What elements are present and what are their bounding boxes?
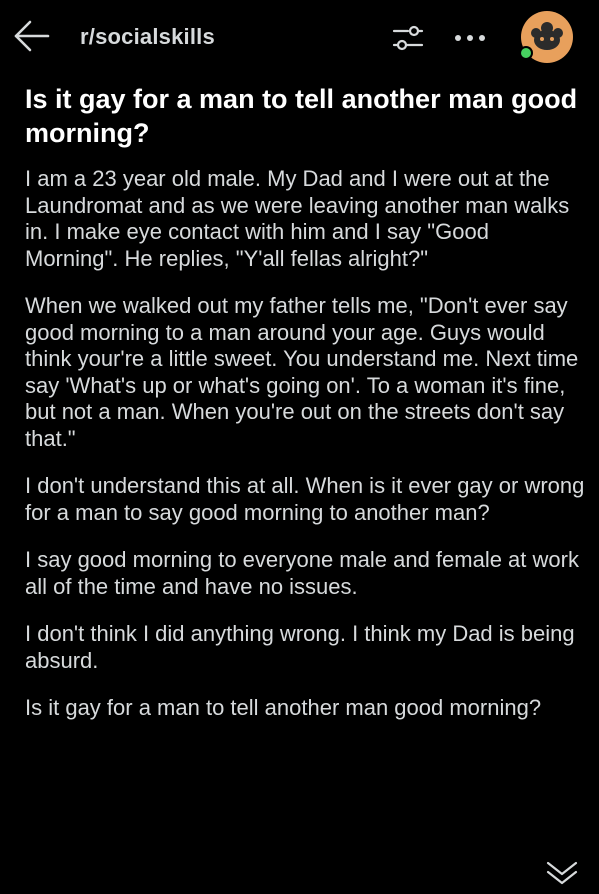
post-body: I am a 23 year old male. My Dad and I we… — [25, 166, 585, 743]
post-paragraph: I am a 23 year old male. My Dad and I we… — [25, 166, 570, 271]
more-options-button[interactable] — [450, 20, 490, 56]
post-title: Is it gay for a man to tell another man … — [25, 84, 578, 148]
top-app-bar: r/socialskills — [0, 0, 599, 76]
sliders-icon — [392, 25, 424, 51]
post-paragraph: I say good morning to everyone male and … — [25, 547, 579, 599]
double-chevron-down-icon — [546, 861, 578, 885]
post-paragraph: I don't think I did anything wrong. I th… — [25, 621, 575, 673]
post-paragraph: When we walked out my father tells me, "… — [25, 293, 579, 451]
avatar[interactable] — [513, 10, 577, 66]
back-button[interactable] — [10, 14, 54, 58]
snoo-avatar-icon — [519, 11, 573, 63]
subreddit-name[interactable]: r/socialskills — [80, 24, 215, 50]
ellipsis-icon — [455, 35, 485, 41]
post-paragraph: Is it gay for a man to tell another man … — [25, 695, 542, 720]
arrow-left-icon — [14, 20, 50, 52]
post-paragraph: I don't understand this at all. When is … — [25, 473, 585, 525]
collapse-post-button[interactable] — [542, 855, 582, 889]
filter-button[interactable] — [390, 20, 426, 56]
online-status-dot — [521, 48, 531, 58]
